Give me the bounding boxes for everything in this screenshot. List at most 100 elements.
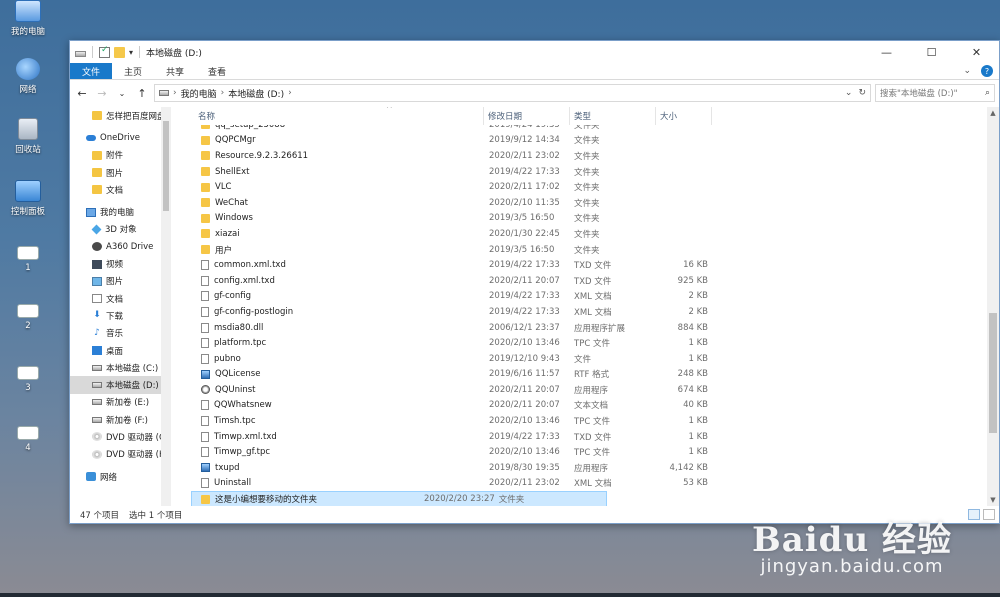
nav-item[interactable]: 文档 bbox=[70, 290, 171, 307]
file-row[interactable]: txupd 2019/8/30 19:35 应用程序 4,142 KB bbox=[171, 460, 999, 476]
file-size: 2 KB bbox=[688, 306, 708, 317]
nav-item[interactable]: 网络 bbox=[70, 468, 171, 485]
address-dropdown-icon[interactable]: ⌄ bbox=[845, 88, 853, 98]
file-row[interactable]: pubno 2019/12/10 9:43 文件 1 KB bbox=[171, 351, 999, 367]
nav-item[interactable]: 图片 bbox=[70, 164, 171, 181]
properties-icon[interactable] bbox=[99, 45, 110, 58]
file-type: 应用程序 bbox=[574, 385, 609, 396]
nav-item[interactable]: ♪ 音乐 bbox=[70, 325, 171, 342]
tab-view[interactable]: 查看 bbox=[196, 63, 238, 79]
details-view-icon[interactable] bbox=[968, 509, 980, 520]
control-panel-icon bbox=[15, 180, 41, 202]
desktop-icon-4[interactable]: 控制面板 bbox=[4, 180, 52, 217]
file-type: 应用程序扩展 bbox=[574, 323, 626, 334]
file-row[interactable]: 这是小编想要移动的文件夹 2020/2/20 23:27 文件夹 bbox=[191, 491, 607, 506]
nav-item[interactable]: 图片 bbox=[70, 273, 171, 290]
address-bar[interactable]: › 我的电脑 › 本地磁盘 (D:) › ⌄ ↻ bbox=[154, 84, 871, 102]
nav-item[interactable]: ⬇ 下载 bbox=[70, 307, 171, 324]
recent-locations-icon[interactable]: ⌄ bbox=[114, 89, 130, 98]
file-row[interactable]: WeChat 2020/2/10 11:35 文件夹 bbox=[171, 195, 999, 211]
forward-button[interactable]: → bbox=[94, 87, 110, 100]
nav-item[interactable]: OneDrive bbox=[70, 129, 171, 146]
nav-item[interactable]: 本地磁盘 (D:) bbox=[70, 376, 171, 394]
file-row[interactable]: QQWhatsnew 2020/2/11 20:07 文本文档 40 KB bbox=[171, 398, 999, 414]
file-row[interactable]: QQPCMgr 2019/9/12 14:34 文件夹 bbox=[171, 133, 999, 149]
file-row[interactable]: Uninstall 2020/2/11 23:02 XML 文档 53 KB bbox=[171, 476, 999, 492]
column-header-date[interactable]: 修改日期 bbox=[484, 107, 570, 125]
nav-item[interactable]: 怎样把百度网盘 bbox=[70, 107, 171, 124]
desktop-icon-8[interactable]: 4 bbox=[4, 422, 52, 453]
column-label: 名称 bbox=[198, 112, 216, 122]
file-row[interactable]: gf-config 2019/4/22 17:33 XML 文档 2 KB bbox=[171, 289, 999, 305]
nav-item[interactable]: 新加卷 (E:) bbox=[70, 394, 171, 411]
breadcrumb-local-disk-d[interactable]: 本地磁盘 (D:) bbox=[228, 87, 284, 100]
desktop-icon-5[interactable]: 1 bbox=[4, 242, 52, 273]
desktop-icon-3[interactable]: 回收站 bbox=[4, 118, 52, 155]
large-icons-view-icon[interactable] bbox=[983, 509, 995, 520]
nav-item[interactable]: DVD 驱动器 (H:) bbox=[70, 446, 171, 463]
nav-item[interactable]: A360 Drive bbox=[70, 238, 171, 255]
tab-share[interactable]: 共享 bbox=[154, 63, 196, 79]
file-type: TXD 文件 bbox=[574, 432, 612, 443]
file-row[interactable]: QQLicense 2019/6/16 11:57 RTF 格式 248 KB bbox=[171, 367, 999, 383]
scroll-up-icon[interactable]: ▲ bbox=[987, 107, 999, 119]
desktop-icon-2[interactable]: 网络 bbox=[4, 58, 52, 95]
tab-file[interactable]: 文件 bbox=[70, 63, 113, 79]
breadcrumb-my-computer[interactable]: 我的电脑 bbox=[181, 87, 217, 100]
nav-item[interactable]: 视频 bbox=[70, 255, 171, 272]
file-row[interactable]: platform.tpc 2020/2/10 13:46 TPC 文件 1 KB bbox=[171, 335, 999, 351]
nav-scrollbar-thumb[interactable] bbox=[163, 121, 169, 211]
nav-item[interactable]: 我的电脑 bbox=[70, 203, 171, 220]
nav-item[interactable]: 本地磁盘 (C:) bbox=[70, 359, 171, 376]
nav-scrollbar[interactable] bbox=[161, 107, 171, 506]
file-name-cell: Resource.9.2.3.26611 bbox=[171, 151, 484, 161]
file-row[interactable]: xiazai 2020/1/30 22:45 文件夹 bbox=[171, 226, 999, 242]
minimize-button[interactable]: — bbox=[864, 41, 909, 63]
up-button[interactable]: ↑ bbox=[134, 87, 150, 100]
customize-toolbar-dropdown[interactable]: ▾ bbox=[129, 48, 133, 57]
file-date: 2020/2/11 23:02 bbox=[489, 150, 560, 161]
nav-item[interactable]: 3D 对象 bbox=[70, 221, 171, 238]
maximize-button[interactable]: ☐ bbox=[909, 41, 954, 63]
tab-home[interactable]: 主页 bbox=[112, 63, 154, 79]
file-name-cell: Uninstall bbox=[171, 478, 484, 489]
help-icon[interactable]: ? bbox=[981, 65, 993, 77]
expand-ribbon-icon[interactable]: ⌄ bbox=[963, 66, 971, 76]
file-icon bbox=[201, 322, 209, 333]
nav-item[interactable]: 文档 bbox=[70, 181, 171, 198]
file-row[interactable]: Windows 2019/3/5 16:50 文件夹 bbox=[171, 211, 999, 227]
back-button[interactable]: ← bbox=[74, 87, 90, 100]
file-row[interactable]: Timwp.xml.txd 2019/4/22 17:33 TXD 文件 1 KB bbox=[171, 429, 999, 445]
nav-item[interactable]: 新加卷 (F:) bbox=[70, 411, 171, 428]
desktop-icon-6[interactable]: 2 bbox=[4, 300, 52, 331]
nav-item[interactable]: DVD 驱动器 (G:) bbox=[70, 428, 171, 445]
file-row[interactable]: QQUninst 2020/2/11 20:07 应用程序 674 KB bbox=[171, 382, 999, 398]
new-folder-icon[interactable] bbox=[114, 46, 125, 58]
nav-item[interactable]: 桌面 bbox=[70, 342, 171, 359]
breadcrumb-separator: › bbox=[288, 88, 292, 98]
scroll-down-icon[interactable]: ▼ bbox=[987, 494, 999, 506]
file-row[interactable]: 用户 2019/3/5 16:50 文件夹 bbox=[171, 242, 999, 258]
desktop-icon-1[interactable]: 我的电脑 bbox=[4, 0, 52, 37]
search-input[interactable]: 搜索"本地磁盘 (D:)" ⌕ bbox=[875, 84, 995, 102]
scrollbar-thumb[interactable] bbox=[989, 313, 997, 433]
column-headers: 名称 ^ 修改日期 类型 大小 bbox=[171, 107, 999, 125]
file-row[interactable]: VLC 2020/2/11 17:02 文件夹 bbox=[171, 179, 999, 195]
nav-item[interactable]: 附件 bbox=[70, 147, 171, 164]
column-header-type[interactable]: 类型 bbox=[570, 107, 656, 125]
refresh-icon[interactable]: ↻ bbox=[858, 88, 866, 98]
desktop-icon-label: 我的电脑 bbox=[10, 27, 45, 37]
close-button[interactable]: ✕ bbox=[954, 41, 999, 63]
file-row[interactable]: ShellExt 2019/4/22 17:33 文件夹 bbox=[171, 164, 999, 180]
file-row[interactable]: gf-config-postlogin 2019/4/22 17:33 XML 文档… bbox=[171, 304, 999, 320]
column-header-size[interactable]: 大小 bbox=[656, 107, 712, 125]
file-list-scrollbar[interactable]: ▲ ▼ bbox=[987, 107, 999, 506]
file-row[interactable]: Timsh.tpc 2020/2/10 13:46 TPC 文件 1 KB bbox=[171, 413, 999, 429]
file-row[interactable]: Timwp_gf.tpc 2020/2/10 13:46 TPC 文件 1 KB bbox=[171, 444, 999, 460]
file-row[interactable]: config.xml.txd 2020/2/11 20:07 TXD 文件 925 K… bbox=[171, 273, 999, 289]
file-row[interactable]: Resource.9.2.3.26611 2020/2/11 23:02 文件夹 bbox=[171, 148, 999, 164]
file-row[interactable]: common.xml.txd 2019/4/22 17:33 TXD 文件 16 KB bbox=[171, 257, 999, 273]
column-header-name[interactable]: 名称 ^ bbox=[171, 107, 484, 125]
desktop-icon-7[interactable]: 3 bbox=[4, 362, 52, 393]
file-row[interactable]: msdia80.dll 2006/12/1 23:37 应用程序扩展 884 KB bbox=[171, 320, 999, 336]
